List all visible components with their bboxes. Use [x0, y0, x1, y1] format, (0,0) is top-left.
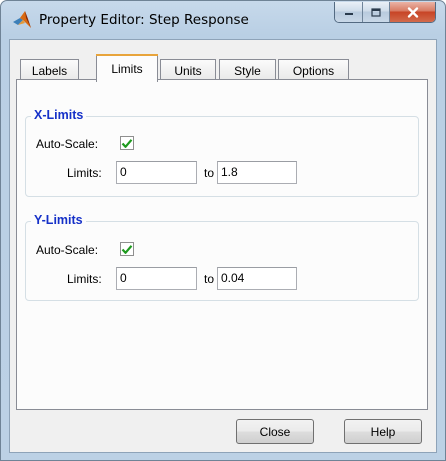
- y-autoscale-label: Auto-Scale:: [36, 243, 99, 257]
- tab-limits[interactable]: Limits: [96, 54, 158, 82]
- tab-labels[interactable]: Labels: [20, 59, 79, 81]
- close-button[interactable]: Close: [236, 419, 314, 444]
- y-limits-title: Y-Limits: [31, 213, 86, 227]
- y-limit-min-input[interactable]: 0: [116, 267, 197, 290]
- checkmark-icon: [121, 138, 133, 148]
- close-window-button[interactable]: [389, 2, 435, 22]
- close-icon: [407, 6, 418, 18]
- x-autoscale-label: Auto-Scale:: [36, 137, 99, 151]
- property-editor-window: Property Editor: Step Response Labels Li…: [0, 0, 446, 461]
- window-controls: [334, 2, 436, 23]
- tab-options[interactable]: Options: [278, 59, 349, 81]
- dialog-client-area: Labels Limits Units Style Options X-Limi…: [9, 39, 437, 453]
- maximize-icon: [371, 7, 381, 17]
- limits-tab-panel: X-Limits Auto-Scale: Limits: 0 to 1.8 Y-…: [16, 79, 428, 410]
- y-limit-max-input[interactable]: 0.04: [217, 267, 297, 290]
- checkmark-icon: [121, 244, 133, 254]
- y-limits-label: Limits:: [67, 272, 102, 286]
- maximize-button[interactable]: [362, 2, 389, 22]
- y-limits-to-label: to: [204, 272, 215, 286]
- x-limit-max-input[interactable]: 1.8: [217, 161, 297, 184]
- minimize-button[interactable]: [335, 2, 362, 22]
- tab-units[interactable]: Units: [160, 59, 216, 81]
- title-bar[interactable]: Property Editor: Step Response: [1, 1, 445, 39]
- x-limits-title: X-Limits: [31, 108, 87, 122]
- x-autoscale-checkbox[interactable]: [120, 136, 134, 150]
- help-button[interactable]: Help: [344, 419, 422, 444]
- x-limits-group: X-Limits Auto-Scale: Limits: 0 to 1.8: [25, 108, 419, 197]
- window-title: Property Editor: Step Response: [39, 12, 249, 28]
- x-limits-to-label: to: [204, 166, 215, 180]
- tab-style[interactable]: Style: [219, 59, 276, 81]
- y-limits-group: Y-Limits Auto-Scale: Limits: 0 to 0.04: [25, 213, 419, 301]
- minimize-icon: [344, 13, 353, 15]
- x-limits-label: Limits:: [67, 166, 102, 180]
- matlab-logo-icon: [13, 11, 31, 28]
- x-limit-min-input[interactable]: 0: [116, 161, 197, 184]
- y-autoscale-checkbox[interactable]: [120, 242, 134, 256]
